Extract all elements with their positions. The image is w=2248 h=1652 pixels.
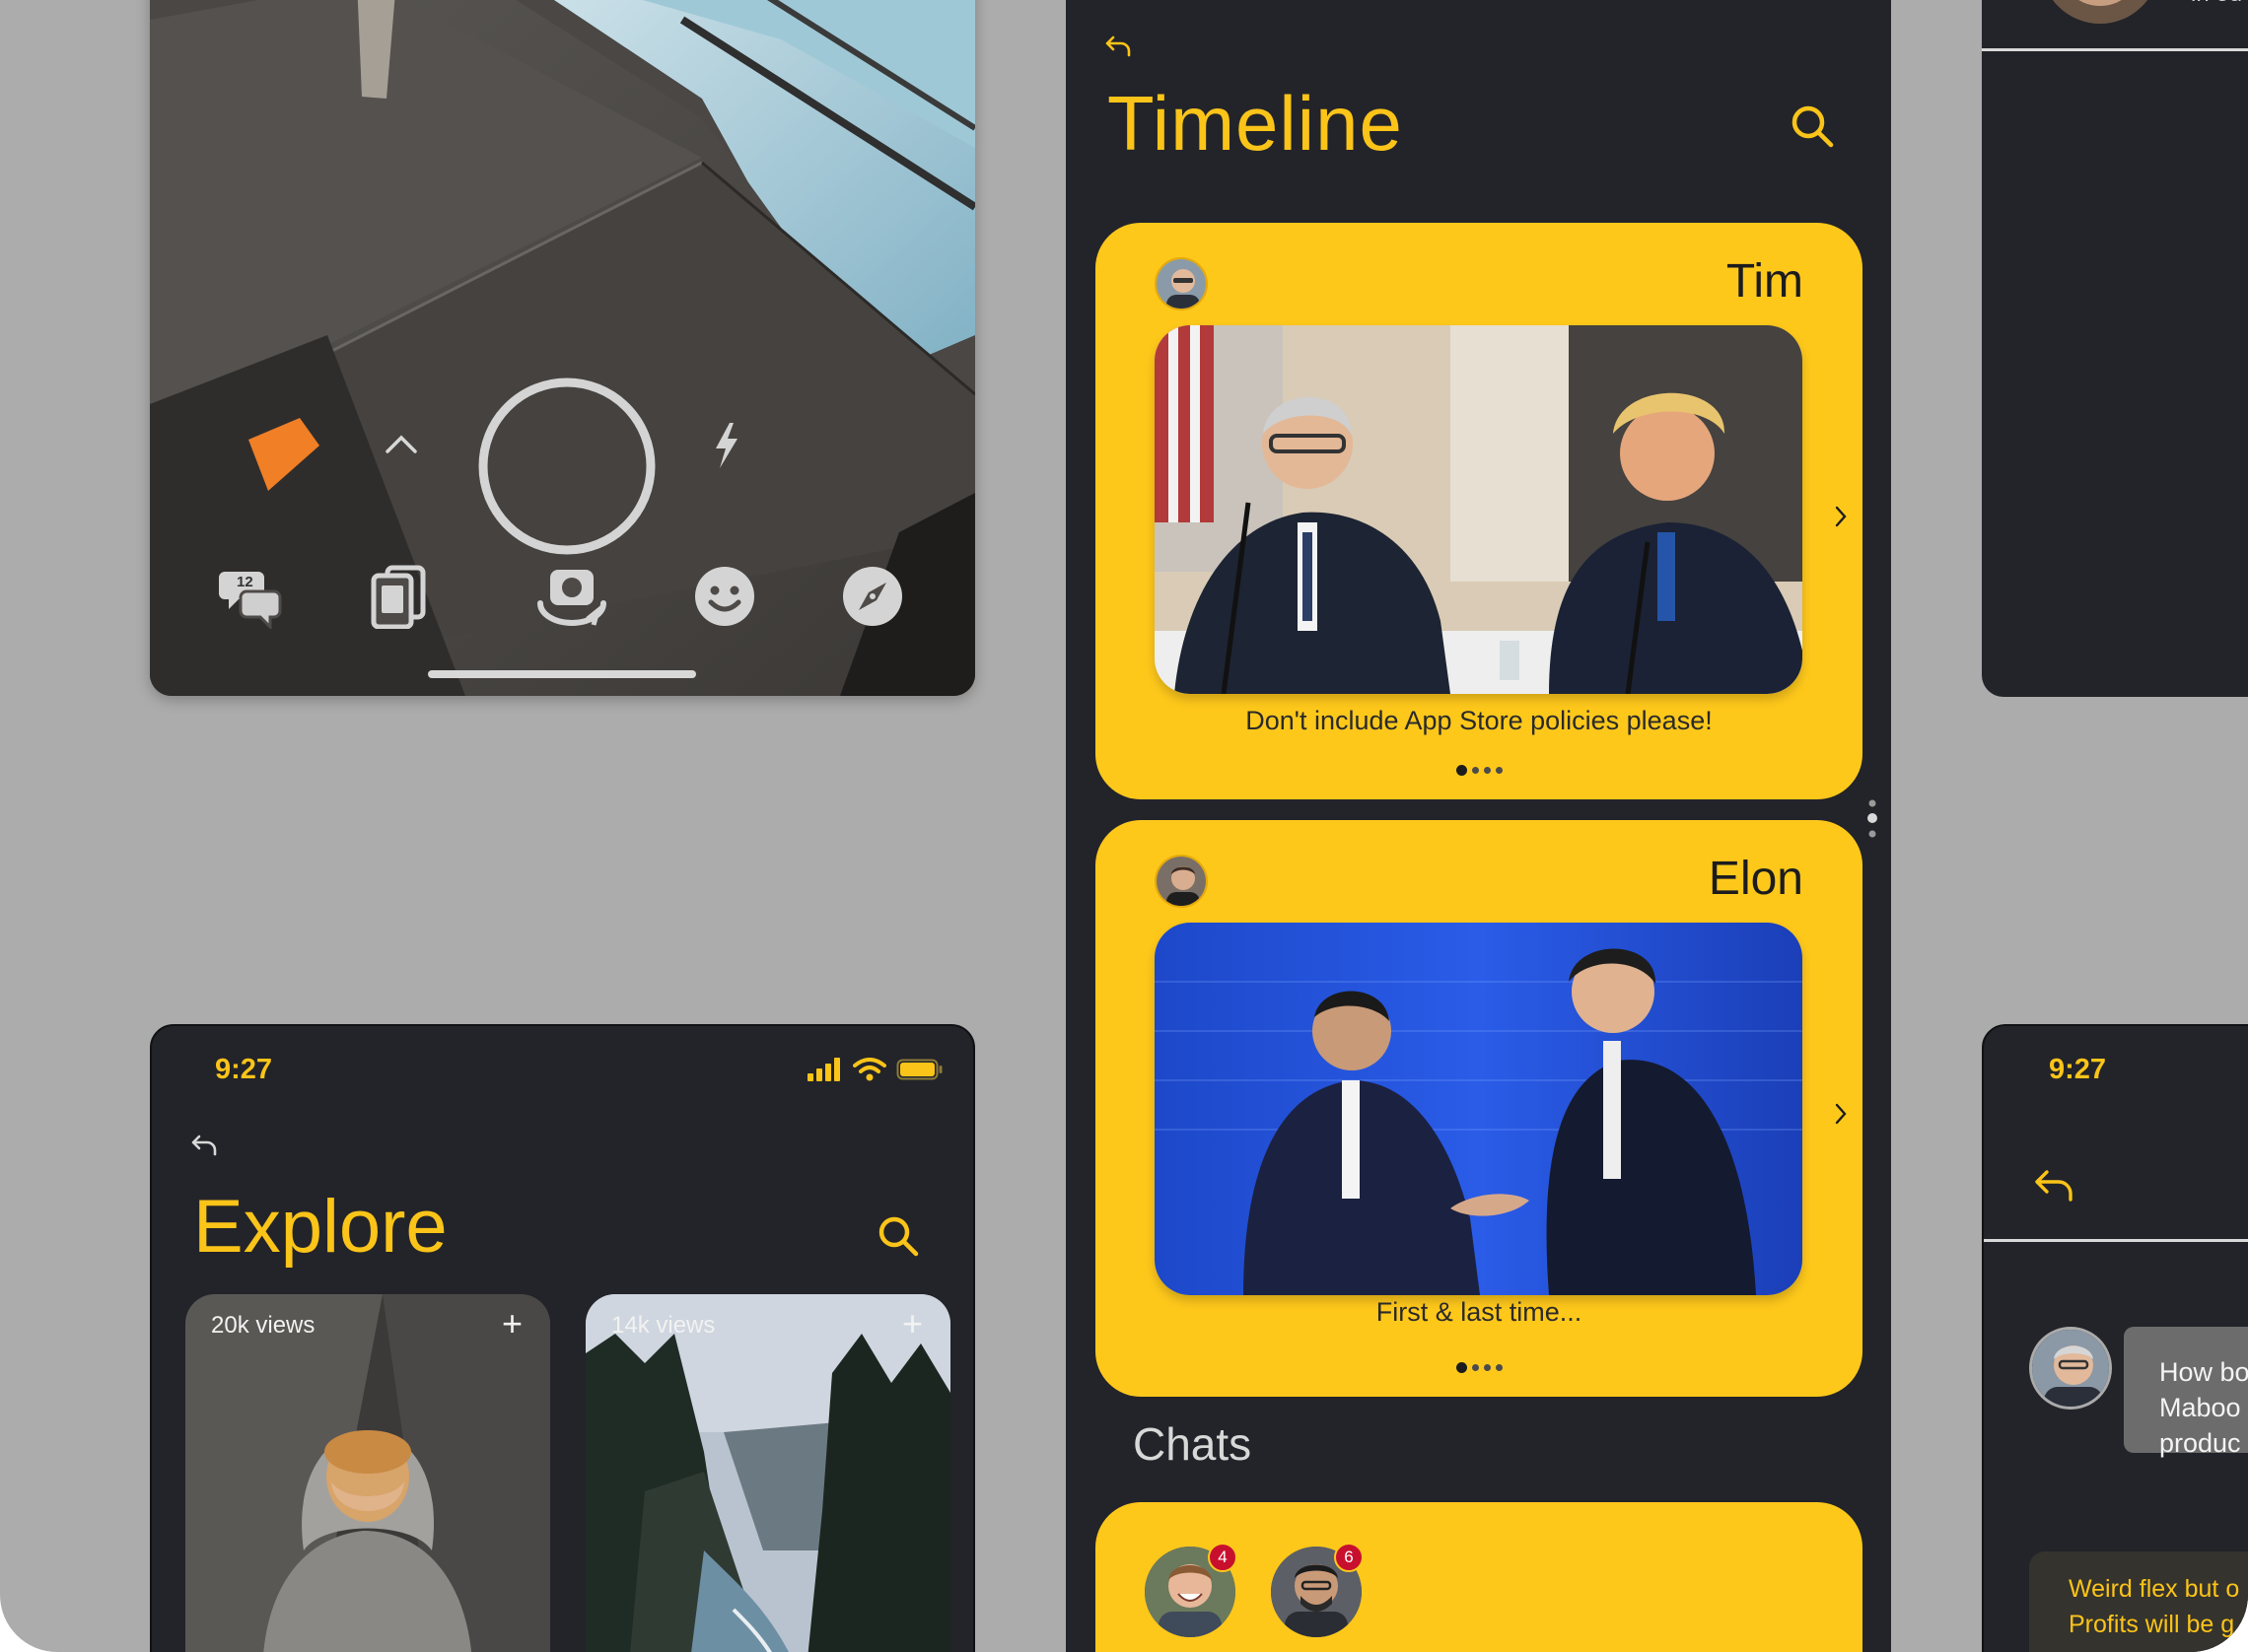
explore-screen: 9:27 Explore 20k views + 14k views + xyxy=(150,1024,975,1652)
back-arrow-icon[interactable] xyxy=(1103,30,1133,59)
page-indicator[interactable] xyxy=(1095,1362,1862,1373)
post-card[interactable]: Tim Don't include App Store policies ple… xyxy=(1095,223,1862,799)
explore-tile-image xyxy=(185,1294,550,1652)
shutter-button[interactable] xyxy=(475,375,659,558)
post-author-name[interactable]: Elon xyxy=(1709,852,1803,906)
flip-camera-icon[interactable] xyxy=(532,558,611,637)
post-caption: First & last time... xyxy=(1375,1297,1582,1327)
camera-screen: 12 xyxy=(150,0,975,696)
explore-tile-image xyxy=(586,1294,950,1652)
story-badge-count: 12 xyxy=(237,574,253,590)
avatar[interactable] xyxy=(2029,1327,2112,1410)
compass-icon[interactable] xyxy=(838,562,907,631)
wifi-icon xyxy=(853,1058,886,1081)
chat-screen-peek: 9:27 How bo Maboo produc Weird flex but … xyxy=(1982,1024,2248,1652)
avatar[interactable] xyxy=(1155,257,1208,310)
chevron-up-icon[interactable] xyxy=(377,419,426,468)
chat-avatar[interactable]: 4 xyxy=(1145,1543,1237,1637)
chevron-right-icon[interactable] xyxy=(1831,502,1851,531)
add-button[interactable]: + xyxy=(502,1306,523,1342)
views-count: 20k views xyxy=(211,1312,316,1339)
page-dot[interactable] xyxy=(1455,1362,1467,1373)
search-icon[interactable] xyxy=(1788,102,1837,151)
outgoing-message: Weird flex but o Profits will be g someo… xyxy=(2029,1551,2248,1652)
incoming-message: How bo Maboo produc xyxy=(2124,1327,2248,1458)
page-dot[interactable] xyxy=(1471,767,1479,774)
page-dot[interactable] xyxy=(1455,765,1467,776)
post-photo[interactable] xyxy=(1155,923,1802,1295)
page-title: Explore xyxy=(193,1185,448,1269)
chat-screen-peek: in ou xyxy=(1982,0,2248,697)
signal-icon xyxy=(808,1058,840,1081)
post-photo[interactable] xyxy=(1155,325,1802,694)
scroll-indicator[interactable] xyxy=(1867,798,1877,844)
flash-icon[interactable] xyxy=(704,418,749,473)
add-button[interactable]: + xyxy=(902,1306,923,1342)
timeline-screen: Timeline Tim Don't include App Store pol… xyxy=(1066,0,1891,1652)
divider xyxy=(1982,48,2248,51)
chevron-right-icon[interactable] xyxy=(1831,1099,1851,1129)
canvas: 12 Timeline Tim Don't include App Store … xyxy=(0,0,2248,1652)
explore-tile[interactable]: 20k views + xyxy=(185,1294,550,1652)
page-indicator[interactable] xyxy=(1095,765,1862,776)
chat-bubbles-icon[interactable]: 12 xyxy=(217,562,286,631)
battery-icon xyxy=(896,1059,943,1080)
chat-preview-text: in ou xyxy=(2191,0,2242,8)
chat-avatar[interactable]: 6 xyxy=(1271,1543,1364,1637)
back-arrow-icon[interactable] xyxy=(2033,1166,2074,1202)
emoji-icon[interactable] xyxy=(690,562,759,631)
post-caption: Don't include App Store policies please! xyxy=(1245,706,1713,735)
status-icons xyxy=(808,1058,944,1081)
views-count: 14k views xyxy=(611,1312,716,1339)
avatar[interactable] xyxy=(1155,855,1208,908)
page-dot[interactable] xyxy=(1483,1364,1491,1371)
gallery-icon[interactable] xyxy=(365,562,434,631)
page-dot[interactable] xyxy=(1495,1364,1503,1371)
page-dot[interactable] xyxy=(1483,767,1491,774)
chats-card: 4 6 xyxy=(1095,1502,1862,1652)
divider xyxy=(1984,1239,2248,1242)
unread-badge: 4 xyxy=(1208,1543,1237,1572)
status-time: 9:27 xyxy=(215,1054,273,1085)
page-title: Timeline xyxy=(1107,80,1403,167)
search-icon[interactable] xyxy=(876,1213,921,1259)
back-arrow-icon[interactable] xyxy=(189,1129,219,1158)
explore-tile[interactable]: 14k views + xyxy=(586,1294,950,1652)
section-title: Chats xyxy=(1133,1418,1252,1470)
status-time: 9:27 xyxy=(2049,1054,2107,1085)
post-author-name[interactable]: Tim xyxy=(1726,254,1803,309)
page-dot[interactable] xyxy=(1471,1364,1479,1371)
unread-badge: 6 xyxy=(1334,1543,1364,1572)
home-indicator xyxy=(428,670,696,678)
post-card[interactable]: Elon First & last time... xyxy=(1095,820,1862,1397)
avatar[interactable] xyxy=(2041,0,2159,24)
page-dot[interactable] xyxy=(1495,767,1503,774)
